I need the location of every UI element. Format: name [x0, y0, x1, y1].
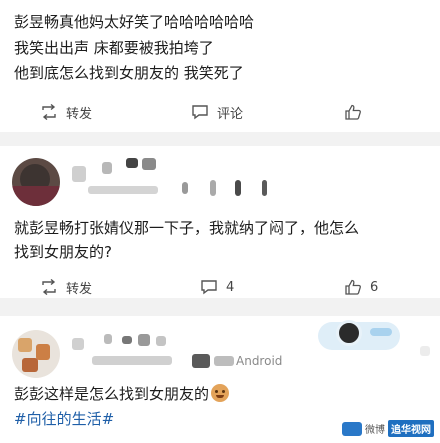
watermark: 微博 追华视网: [342, 420, 434, 437]
repost-button[interactable]: 转发: [40, 274, 92, 300]
watermark-badge: 追华视网: [388, 420, 434, 437]
repost-icon: [42, 279, 56, 295]
post-separator: [0, 132, 440, 146]
post-text-line-2: 找到女朋友的?: [14, 243, 112, 261]
comment-label: 评论: [217, 106, 244, 122]
repost-label: 转发: [66, 106, 93, 122]
watermark-text: 微博: [365, 425, 385, 436]
repost-button[interactable]: 转发: [40, 99, 92, 125]
post-card-3: Android 彭彭这样是怎么找到女朋友的 #向往的生活# 微博 追华视网: [0, 318, 440, 443]
comment-button[interactable]: 4: [200, 274, 234, 300]
comment-icon: [201, 280, 217, 295]
like-icon: [345, 279, 361, 295]
post-text-line-3: 他到底怎么找到女朋友的 我笑死了: [14, 64, 244, 82]
monkey-emoji-icon: [211, 384, 230, 402]
post-text-content: 彭彭这样是怎么找到女朋友的: [14, 385, 210, 403]
post-separator: [0, 298, 440, 316]
comment-count: 4: [226, 279, 235, 295]
topic-link[interactable]: #向往的生活#: [14, 409, 114, 429]
avatar[interactable]: [12, 158, 60, 206]
post-text-line-1: 彭昱畅真他妈太好笑了哈哈哈哈哈哈: [14, 13, 255, 31]
repost-icon: [42, 104, 56, 120]
post-text-line-1: 就彭昱畅打张婧仪那一下子，我就纳了闷了，他怎么: [14, 219, 360, 237]
client-label: Android: [236, 354, 283, 368]
post-text: 彭彭这样是怎么找到女朋友的: [14, 384, 230, 404]
avatar[interactable]: [12, 330, 60, 378]
repost-label: 转发: [66, 281, 93, 297]
like-button[interactable]: 6: [344, 274, 378, 300]
post-card-1: 彭昱畅真他妈太好笑了哈哈哈哈哈哈 我笑出出声 床都要被我拍垮了 他到底怎么找到女…: [0, 0, 440, 132]
like-button[interactable]: [344, 99, 370, 125]
comment-icon: [192, 105, 208, 120]
post-text-line-2: 我笑出出声 床都要被我拍垮了: [14, 39, 214, 57]
post-actions: 转发 评论: [0, 99, 440, 125]
weibo-logo-icon: [342, 421, 362, 436]
like-count: 6: [370, 279, 379, 295]
post-card-2: 就彭昱畅打张婧仪那一下子，我就纳了闷了，他怎么 找到女朋友的? 转发 4 6: [0, 148, 440, 297]
post-actions: 转发 4 6: [0, 274, 440, 300]
blur-fragment: [420, 346, 430, 356]
like-icon: [345, 104, 361, 120]
comment-button[interactable]: 评论: [191, 99, 243, 125]
